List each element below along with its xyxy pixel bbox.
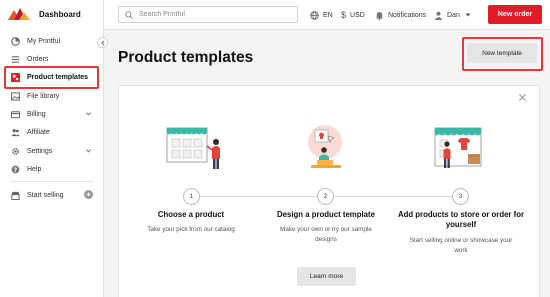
store-icon [11, 191, 20, 200]
language-label: EN [323, 11, 333, 19]
learn-more-button[interactable]: Learn more [297, 267, 356, 286]
brand[interactable]: Dashboard [8, 6, 81, 22]
sidebar-item-orders[interactable]: Orders [0, 51, 104, 67]
user-name: Dan [447, 11, 460, 19]
search-input[interactable]: Search Printful [118, 6, 298, 23]
caret-down-icon [465, 13, 471, 17]
sidebar-item-label: Billing [27, 110, 46, 118]
currency-selector[interactable]: $ USD [341, 8, 365, 22]
chevron-down-icon [85, 112, 92, 116]
dollar-icon: $ [341, 10, 347, 20]
sidebar-divider [10, 181, 94, 182]
bell-icon [375, 11, 384, 20]
new-order-button[interactable]: New order [488, 5, 542, 24]
design-illustration [308, 125, 342, 168]
step-number: 3 [452, 188, 469, 205]
people-icon [11, 128, 20, 137]
globe-icon [310, 10, 319, 20]
step-title: Design a product template [277, 210, 375, 219]
catalog-illustration [166, 127, 220, 169]
notifications-label: Notifications [388, 11, 427, 19]
step-title: Add products to store or order for [397, 210, 525, 219]
user-icon [434, 11, 443, 20]
step-description: designs [315, 236, 337, 243]
sidebar-item-label: Settings [27, 147, 53, 155]
sidebar-item-label: Orders [27, 55, 49, 63]
card-icon [11, 110, 20, 119]
add-store-icon[interactable]: + [84, 190, 93, 199]
step-description: Take your pick from our catalog [147, 226, 235, 233]
user-menu[interactable]: Dan [434, 8, 471, 22]
sidebar-item-affiliate[interactable]: Affiliate [0, 124, 104, 140]
step-number: 1 [183, 188, 200, 205]
sidebar-item-label: Start selling [27, 191, 64, 199]
sidebar-item-settings[interactable]: Settings [0, 143, 104, 159]
step-title: Choose a product [157, 210, 225, 219]
currency-label: USD [350, 11, 365, 19]
sidebar-item-label: File library [27, 92, 60, 100]
new-template-button[interactable]: New template [467, 43, 537, 63]
gear-icon [11, 147, 20, 156]
image-icon [11, 91, 20, 101]
store-illustration [434, 127, 482, 168]
close-icon[interactable] [518, 93, 527, 102]
sidebar-item-label: Affiliate [27, 128, 50, 136]
onboarding-card: 1 2 3 Choose a product Take your pick fr… [118, 85, 540, 297]
sidebar: Dashboard My Printful Orders Product tem… [0, 0, 104, 297]
sidebar-item-label: My Printful [27, 37, 61, 45]
page-title: Product templates [118, 49, 254, 66]
top-bar: Search Printful EN $ USD Notifications D… [104, 0, 550, 30]
list-icon [11, 55, 20, 64]
sidebar-item-my-printful[interactable]: My Printful [0, 33, 104, 49]
printful-logo-icon [8, 8, 30, 20]
brand-name: Dashboard [39, 9, 81, 19]
step-description: Make your own or try our sample [280, 226, 372, 233]
step-description: work [454, 247, 468, 254]
highlight-box [4, 66, 99, 89]
step-title: yourself [445, 220, 477, 229]
sidebar-item-file-library[interactable]: File library [0, 88, 104, 104]
sidebar-item-start-selling[interactable]: Start selling + [0, 187, 104, 203]
sidebar-collapse-button[interactable] [97, 37, 108, 48]
step-description: Start selling online or showcase your [409, 237, 513, 244]
pie-chart-icon [11, 36, 20, 46]
sidebar-item-label: Help [27, 165, 42, 173]
notifications-button[interactable]: Notifications [375, 8, 426, 22]
help-icon: ? [11, 165, 20, 174]
search-placeholder: Search Printful [139, 11, 185, 18]
language-selector[interactable]: EN [310, 8, 333, 22]
sidebar-item-billing[interactable]: Billing [0, 106, 104, 122]
sidebar-item-help[interactable]: ? Help [0, 161, 104, 177]
step-number: 2 [317, 188, 334, 205]
chevron-left-icon [100, 40, 104, 45]
chevron-down-icon [85, 149, 92, 153]
search-icon [125, 10, 133, 19]
